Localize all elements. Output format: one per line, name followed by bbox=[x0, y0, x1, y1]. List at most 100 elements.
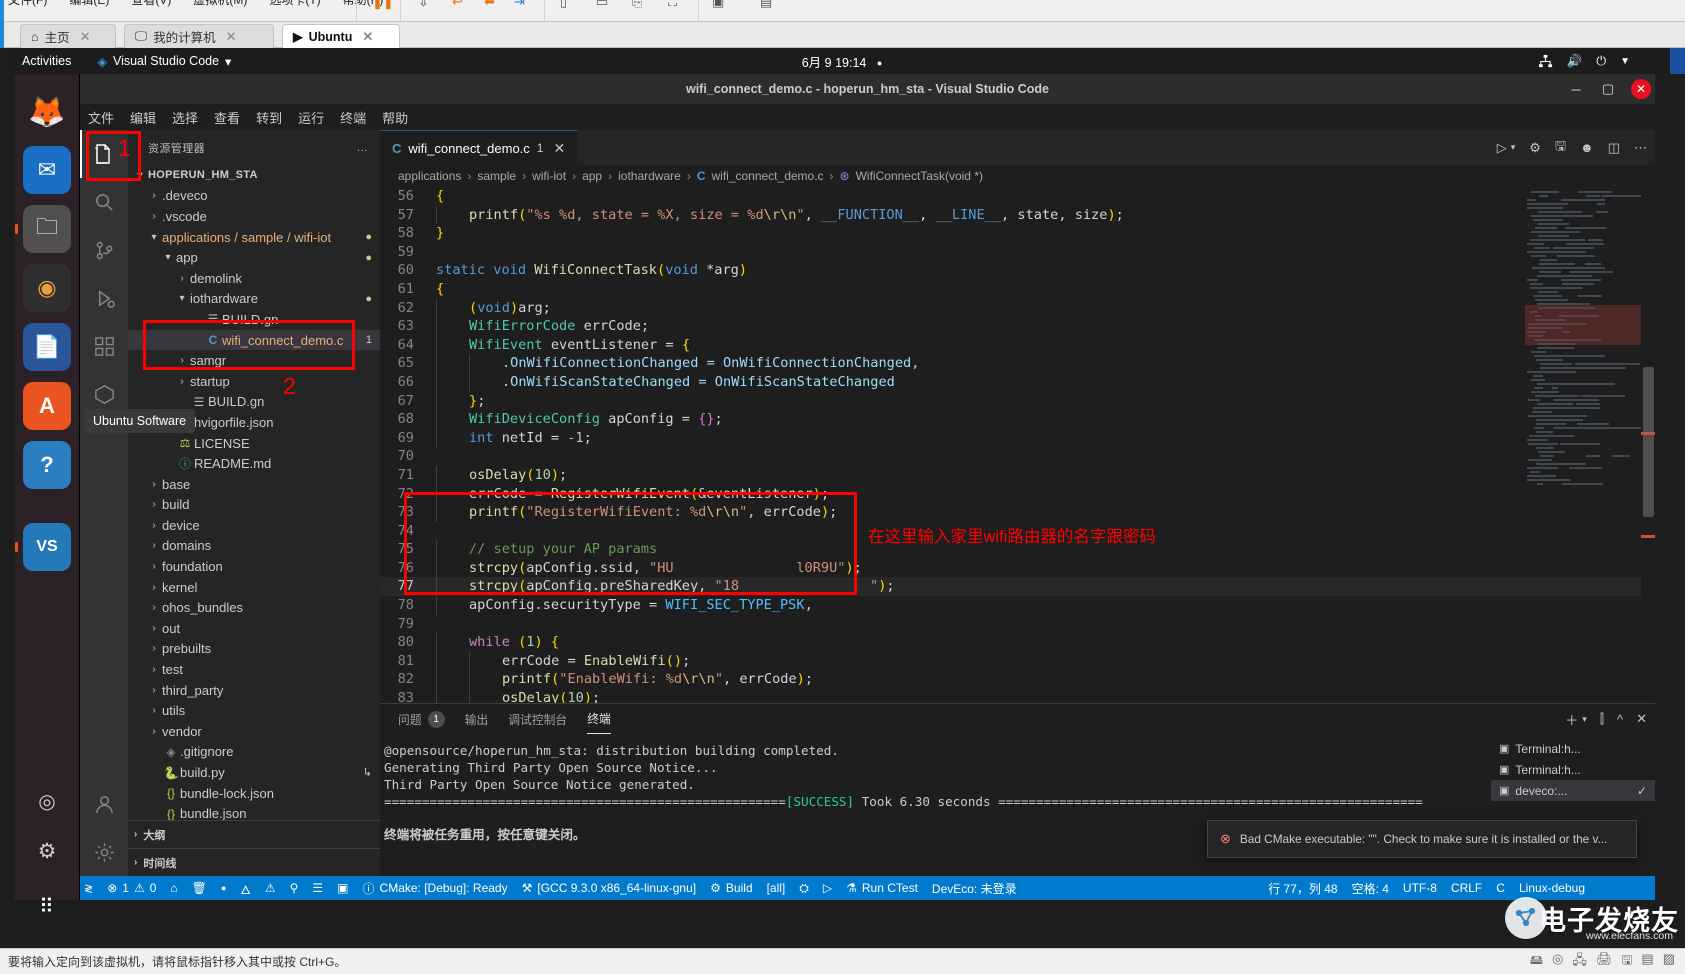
host-menu-vm[interactable]: 虚拟机(M) bbox=[193, 0, 247, 8]
status-remote-indicator[interactable]: ≷ bbox=[80, 876, 100, 900]
printer-icon[interactable]: 🖨 bbox=[1596, 951, 1613, 973]
status-problems[interactable]: ⊗ 1 ⚠ 0 bbox=[100, 876, 163, 900]
tree-row-demolink[interactable]: › demolink bbox=[128, 268, 380, 289]
chevron-right-icon[interactable]: › bbox=[146, 685, 162, 696]
breadcrumb-item-app[interactable]: app bbox=[582, 169, 602, 183]
status-cmake-debug[interactable]: ⚲ bbox=[283, 876, 306, 900]
code-text[interactable]: printf("%s %d, state = %X, size = %d\r\n… bbox=[436, 205, 1655, 225]
status-cmake-target[interactable]: ● bbox=[214, 876, 233, 900]
chevron-down-icon[interactable]: ▾ bbox=[160, 252, 176, 263]
code-text[interactable]: { bbox=[436, 280, 1655, 299]
chevron-right-icon[interactable]: › bbox=[146, 520, 162, 531]
code-text[interactable] bbox=[436, 243, 1655, 262]
tree-row-utils[interactable]: › utils bbox=[128, 700, 380, 721]
chevron-right-icon[interactable]: › bbox=[146, 561, 162, 572]
code-text[interactable]: strcpy(apConfig.ssid, "HU l0R9U"); bbox=[436, 558, 1655, 578]
code-line[interactable]: 58} bbox=[380, 224, 1655, 243]
sound-icon[interactable]: ▤ bbox=[1641, 951, 1653, 973]
terminal-list-item[interactable]: ▣ Terminal:h... bbox=[1491, 738, 1655, 759]
code-text[interactable]: while (1) { bbox=[436, 633, 1655, 652]
activitybar-item-source-control[interactable] bbox=[80, 226, 128, 274]
account-icon[interactable]: ☻ bbox=[1580, 140, 1594, 155]
tree-row-base[interactable]: › base bbox=[128, 474, 380, 495]
code-line[interactable]: 68 WifiDeviceConfig apConfig = {}; bbox=[380, 410, 1655, 429]
chevron-down-icon[interactable]: ▾ bbox=[1511, 142, 1516, 153]
usb-icon[interactable]: 🖫 bbox=[1621, 951, 1632, 973]
hdd-icon[interactable]: 🖴 bbox=[1530, 951, 1543, 973]
tree-row-third_party[interactable]: › third_party bbox=[128, 680, 380, 701]
terminal-list-item-active[interactable]: ▣ deveco:... ✓ bbox=[1491, 780, 1655, 801]
gear-icon[interactable]: ⚙ bbox=[1529, 140, 1541, 156]
breadcrumb-item-symbol[interactable]: WifiConnectTask(void *) bbox=[856, 169, 983, 183]
code-line[interactable]: 79 bbox=[380, 615, 1655, 634]
editor-tab-wifi-connect-demo[interactable]: C wifi_connect_demo.c 1 ✕ bbox=[380, 130, 579, 165]
close-icon[interactable]: ✕ bbox=[553, 140, 565, 157]
code-text[interactable]: .OnWifiScanStateChanged = OnWifiScanStat… bbox=[436, 372, 1655, 392]
close-icon[interactable]: ✕ bbox=[226, 29, 237, 45]
code-line[interactable]: 78 apConfig.securityType = WIFI_SEC_TYPE_… bbox=[380, 596, 1655, 615]
minimize-button[interactable]: ─ bbox=[1561, 77, 1591, 101]
network-icon[interactable]: 🖧 bbox=[1572, 951, 1587, 973]
breadcrumb-item-applications[interactable]: applications bbox=[398, 169, 461, 183]
menu-view[interactable]: 查看 bbox=[214, 108, 240, 127]
chevron-down-icon[interactable]: ▾ bbox=[1582, 714, 1587, 725]
host-menu-edit[interactable]: 编辑(E) bbox=[69, 0, 109, 8]
show-applications-button[interactable]: ⠿ bbox=[30, 890, 64, 924]
menu-file[interactable]: 文件 bbox=[88, 108, 114, 127]
status-cmake-kit-name[interactable]: ⚒ [GCC 9.3.0 x86_64-linux-gnu] bbox=[515, 876, 704, 900]
chevron-right-icon[interactable]: › bbox=[146, 499, 162, 510]
code-line[interactable]: 71 osDelay(10); bbox=[380, 465, 1655, 485]
menu-selection[interactable]: 选择 bbox=[172, 108, 198, 127]
dock-item-ubuntu-software[interactable]: A bbox=[23, 382, 71, 430]
tree-row-build[interactable]: › build bbox=[128, 495, 380, 516]
code-text[interactable]: errCode = RegisterWifiEvent(&eventListen… bbox=[436, 484, 1655, 504]
status-cmake-list[interactable]: ☰ bbox=[305, 876, 330, 900]
chevron-right-icon[interactable]: › bbox=[146, 602, 162, 613]
chevron-right-icon[interactable]: › bbox=[146, 582, 162, 593]
panel-tabs[interactable]: 问题 1 输出 调试控制台 终端 ＋ ▾ ⫿ ^ ✕ bbox=[380, 704, 1655, 734]
split-editor-icon[interactable]: ◫ bbox=[1608, 140, 1620, 156]
file-tree[interactable]: ▾ HOPERUN_HM_STA › .deveco › .vscode ▾ applicat… bbox=[128, 165, 380, 820]
code-line[interactable]: 67}; bbox=[380, 391, 1655, 411]
terminal-list-item[interactable]: ▣ Terminal:h... bbox=[1491, 759, 1655, 780]
menu-run[interactable]: 运行 bbox=[298, 108, 324, 127]
dock-item-files[interactable]: 🗀 bbox=[23, 205, 71, 253]
tree-row-device[interactable]: › device bbox=[128, 515, 380, 536]
code-text[interactable]: WifiDeviceConfig apConfig = {}; bbox=[436, 410, 1655, 429]
host-menu-items[interactable]: 文件(F) 编辑(E) 查看(V) 虚拟机(M) 选项卡(T) 帮助(H) bbox=[8, 0, 383, 8]
chevron-down-icon[interactable]: ▾ bbox=[174, 293, 190, 304]
code-line[interactable]: 57 printf("%s %d, state = %X, size = %d\r… bbox=[380, 205, 1655, 225]
code-line[interactable]: 69 int netId = -1; bbox=[380, 428, 1655, 448]
close-icon[interactable]: ✕ bbox=[80, 29, 91, 45]
chevron-right-icon[interactable]: › bbox=[146, 664, 162, 675]
activitybar-item-extensions[interactable] bbox=[80, 322, 128, 370]
activities-button[interactable]: Activities bbox=[22, 54, 71, 68]
pause-icon[interactable]: ❚❚ bbox=[372, 0, 394, 10]
gnome-clock[interactable]: 6月 9 19:14 ● bbox=[14, 52, 1670, 71]
host-menubar[interactable]: 文件(F) 编辑(E) 查看(V) 虚拟机(M) 选项卡(T) 帮助(H) ❚❚… bbox=[0, 0, 1685, 22]
tree-row-app[interactable]: ▾ app ● bbox=[128, 247, 380, 268]
code-line[interactable]: 62 (void)arg; bbox=[380, 298, 1655, 318]
code-text[interactable]: }; bbox=[436, 391, 1655, 411]
tree-row-.vscode[interactable]: › .vscode bbox=[128, 206, 380, 227]
status-cmake-terminal[interactable]: ▣ bbox=[330, 876, 355, 900]
panel-tab-debug-console[interactable]: 调试控制台 bbox=[508, 704, 567, 734]
code-line[interactable]: 66 .OnWifiScanStateChanged = OnWifiScanSt… bbox=[380, 372, 1655, 392]
host-menu-view[interactable]: 查看(V) bbox=[131, 0, 171, 8]
status-indentation[interactable]: 空格: 4 bbox=[1345, 876, 1396, 900]
dock-item-thunderbird[interactable]: ✉ bbox=[23, 146, 71, 194]
close-button[interactable]: ✕ bbox=[1631, 79, 1651, 99]
breadcrumb-item-wifi-iot[interactable]: wifi-iot bbox=[532, 169, 566, 183]
code-line[interactable]: 73 printf("RegisterWifiEvent: %d\r\n", er… bbox=[380, 503, 1655, 522]
status-bar-right[interactable]: 行 77，列 48 空格: 4 UTF-8 CRLF C Linux-debug bbox=[1261, 876, 1655, 900]
maximize-button[interactable]: ▢ bbox=[1593, 77, 1623, 101]
host-tray-icons[interactable]: 🖴 ◎ 🖧 🖨 🖫 ▤ ▨ bbox=[1530, 951, 1675, 973]
tree-row-hoperun_hm_sta[interactable]: ▾ HOPERUN_HM_STA bbox=[128, 165, 380, 186]
tree-row-startup[interactable]: › startup bbox=[128, 371, 380, 392]
display-icon[interactable]: ▨ bbox=[1663, 951, 1675, 973]
host-menu-file[interactable]: 文件(F) bbox=[8, 0, 47, 8]
code-line[interactable]: 76 strcpy(apConfig.ssid, "HU l0R9U"); bbox=[380, 558, 1655, 578]
stretch-icon[interactable]: ▤ bbox=[760, 0, 772, 10]
status-cmake-warning[interactable]: ⚠ bbox=[258, 876, 283, 900]
window-controls[interactable]: ─ ▢ ✕ bbox=[1561, 74, 1651, 104]
